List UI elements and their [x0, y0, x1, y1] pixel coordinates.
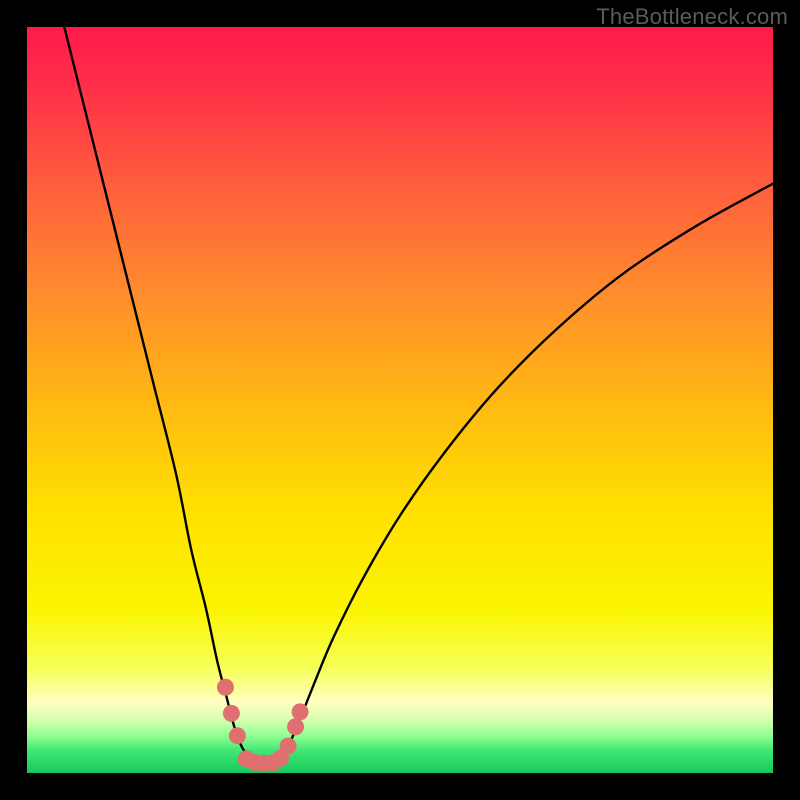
curve-layer [27, 27, 773, 773]
watermark-text: TheBottleneck.com [596, 4, 788, 30]
left-branch-curve [64, 27, 254, 766]
plot-area [27, 27, 773, 773]
marker-dot [229, 727, 246, 744]
right-branch-curve [281, 184, 773, 762]
marker-dot [292, 703, 309, 720]
highlight-markers [217, 679, 309, 772]
marker-dot [217, 679, 234, 696]
marker-dot [280, 738, 297, 755]
marker-dot [223, 705, 240, 722]
chart-frame: TheBottleneck.com [0, 0, 800, 800]
marker-dot [287, 718, 304, 735]
